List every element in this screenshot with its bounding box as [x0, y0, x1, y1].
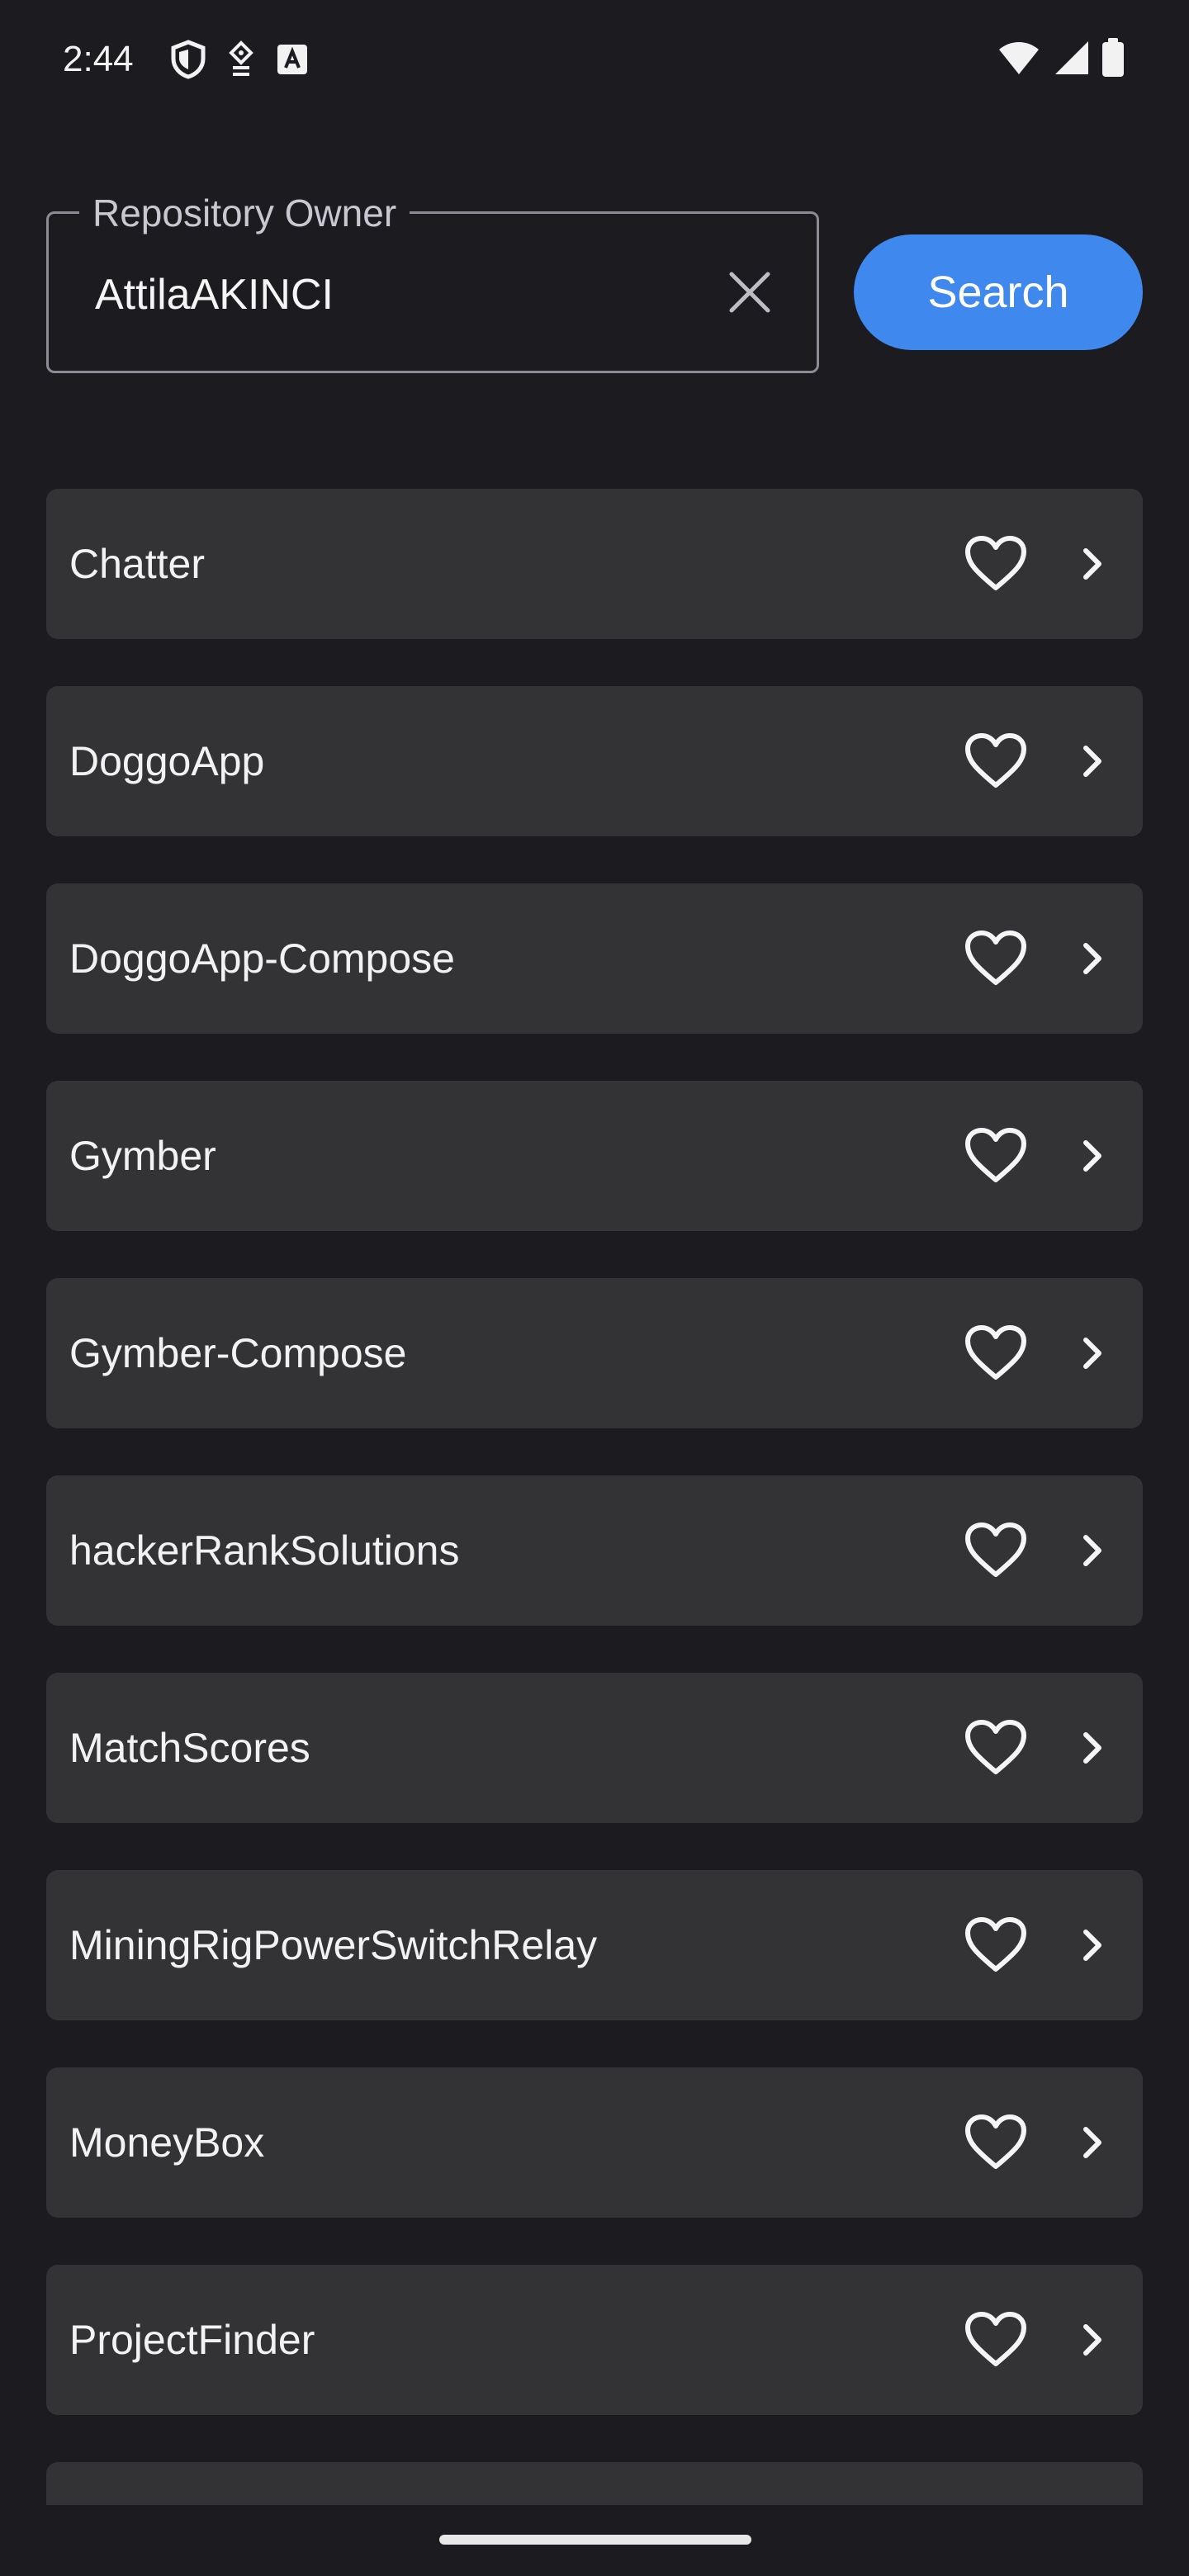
font-a-icon	[276, 41, 309, 78]
wifi-icon	[997, 40, 1040, 80]
heart-outline-icon[interactable]	[955, 1509, 1037, 1592]
heart-outline-icon[interactable]	[955, 1707, 1037, 1789]
list-item[interactable]: MiningRigPowerSwitchRelay	[46, 1870, 1143, 2020]
list-item[interactable]: MoneyBox	[46, 2067, 1143, 2218]
close-icon	[727, 269, 773, 320]
repository-name: DoggoApp	[69, 738, 265, 784]
status-icons-left	[170, 36, 309, 83]
owner-field-label: Repository Owner	[79, 187, 410, 239]
repository-name: hackerRankSolutions	[69, 1527, 460, 1574]
list-item-partial[interactable]	[46, 2462, 1143, 2505]
clear-button[interactable]	[713, 257, 787, 331]
chevron-right-icon[interactable]	[1060, 1518, 1126, 1584]
shield-icon	[170, 40, 206, 79]
owner-input[interactable]	[95, 268, 722, 321]
battery-icon	[1101, 37, 1125, 82]
heart-outline-icon[interactable]	[955, 523, 1037, 605]
list-item[interactable]: DoggoApp-Compose	[46, 883, 1143, 1034]
repository-name: MiningRigPowerSwitchRelay	[69, 1922, 598, 1968]
status-time: 2:44	[63, 39, 134, 79]
chevron-right-icon[interactable]	[1060, 1715, 1126, 1781]
list-item[interactable]: MatchScores	[46, 1673, 1143, 1823]
repository-name: MatchScores	[69, 1725, 310, 1771]
chevron-right-icon[interactable]	[1060, 531, 1126, 597]
list-item[interactable]: ProjectFinder	[46, 2265, 1143, 2415]
heart-outline-icon[interactable]	[955, 720, 1037, 803]
chevron-right-icon[interactable]	[1060, 2110, 1126, 2176]
heart-outline-icon[interactable]	[955, 1115, 1037, 1197]
repository-name: Gymber	[69, 1133, 216, 1179]
chevron-right-icon[interactable]	[1060, 926, 1126, 992]
list-item[interactable]: hackerRankSolutions	[46, 1475, 1143, 1626]
status-bar: 2:44	[0, 0, 1189, 116]
heart-outline-icon[interactable]	[955, 1904, 1037, 1986]
repository-name: MoneyBox	[69, 2119, 265, 2166]
signal-icon	[1052, 40, 1090, 80]
heart-outline-icon[interactable]	[955, 2101, 1037, 2184]
list-item[interactable]: Gymber	[46, 1081, 1143, 1231]
search-button[interactable]: Search	[854, 234, 1143, 350]
gesture-nav-handle[interactable]	[439, 2535, 751, 2545]
repository-name: DoggoApp-Compose	[69, 935, 455, 982]
repository-name: ProjectFinder	[69, 2317, 315, 2363]
chevron-right-icon[interactable]	[1060, 1123, 1126, 1189]
heart-outline-icon[interactable]	[955, 2299, 1037, 2381]
list-item[interactable]: Gymber-Compose	[46, 1278, 1143, 1428]
list-item[interactable]: Chatter	[46, 489, 1143, 639]
chevron-right-icon[interactable]	[1060, 1912, 1126, 1978]
chevron-right-icon[interactable]	[1060, 728, 1126, 794]
repository-name: Gymber-Compose	[69, 1330, 407, 1376]
heart-outline-icon[interactable]	[955, 1312, 1037, 1395]
heart-outline-icon[interactable]	[955, 917, 1037, 1000]
repository-list[interactable]: Chatter DoggoApp DoggoApp-Compose Gymber…	[46, 489, 1143, 2505]
vpn-key-icon	[226, 40, 256, 79]
repository-name: Chatter	[69, 541, 205, 587]
list-item[interactable]: DoggoApp	[46, 686, 1143, 836]
screen: 2:44 AttilaAKINCI Repository Owner Searc…	[0, 0, 1189, 2576]
status-icons-right	[997, 36, 1125, 83]
chevron-right-icon[interactable]	[1060, 1320, 1126, 1386]
chevron-right-icon[interactable]	[1060, 2307, 1126, 2373]
